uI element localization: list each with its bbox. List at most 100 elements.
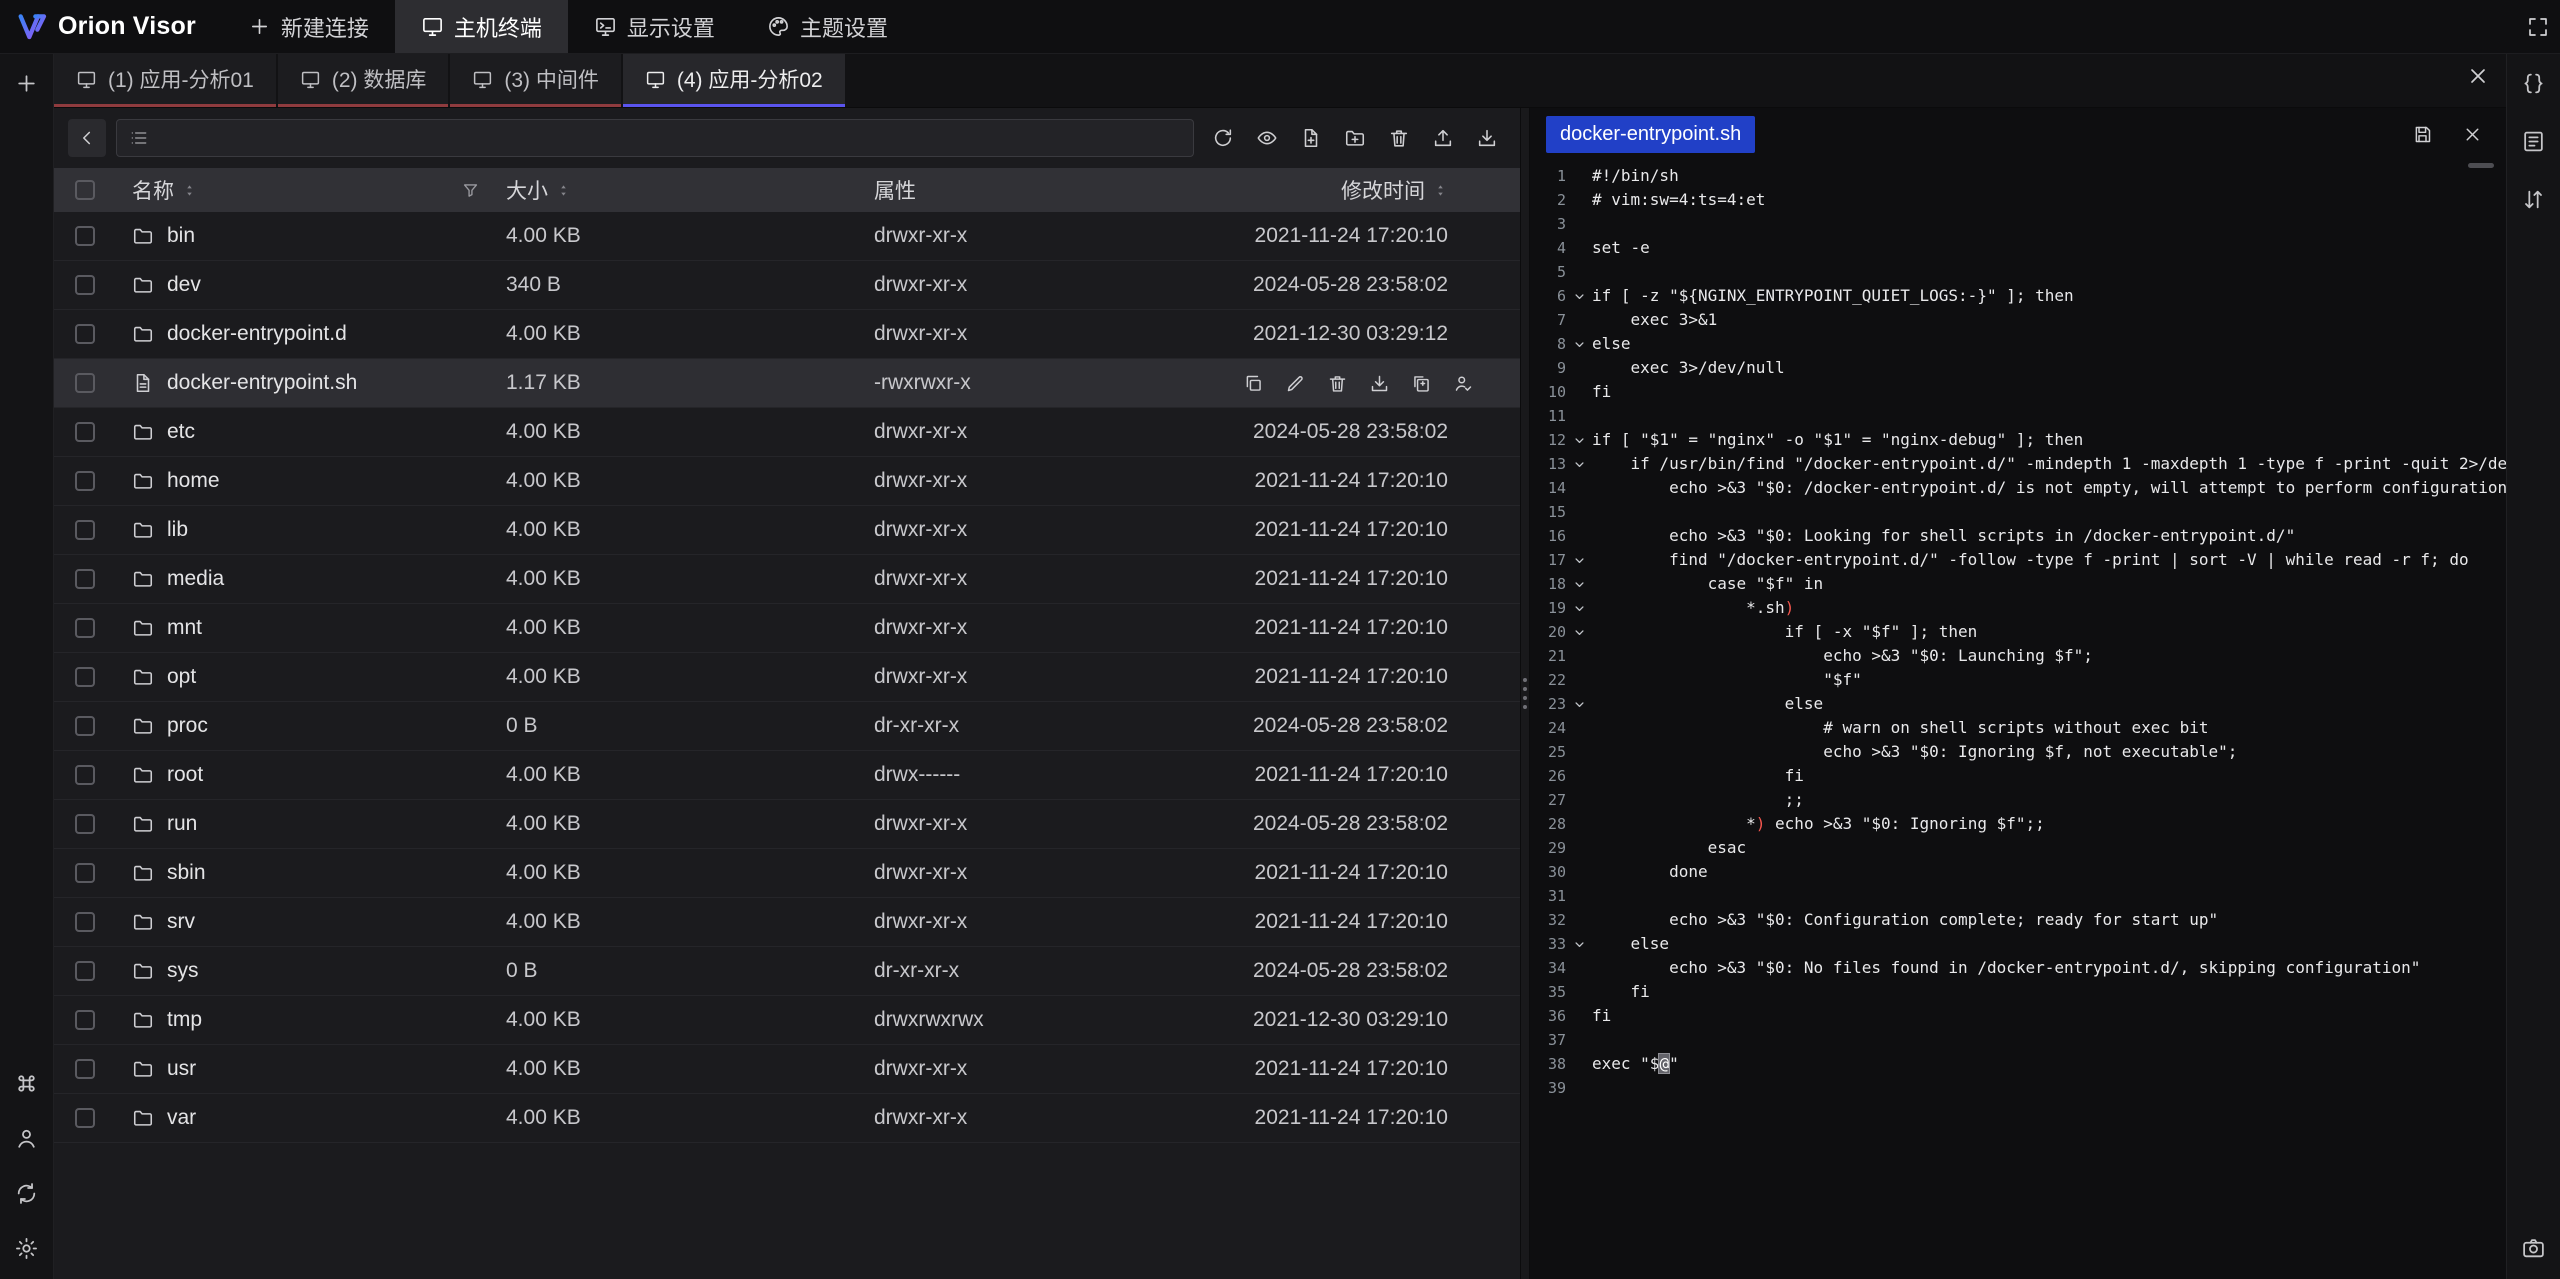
table-row[interactable]: opt4.00 KBdrwxr-xr-x2021-11-24 17:20:10 [54,653,1520,702]
trash-action-icon[interactable] [1327,373,1348,394]
file-name[interactable]: usr [167,1057,196,1081]
upload-button[interactable] [1424,119,1462,157]
fold-chevron-icon[interactable] [1566,433,1592,448]
file-name[interactable]: docker-entrypoint.sh [167,371,357,395]
file-name[interactable]: root [167,763,203,787]
new-file-button[interactable] [1292,119,1330,157]
file-name[interactable]: media [167,567,224,591]
delete-button[interactable] [1380,119,1418,157]
fold-chevron-icon[interactable] [1566,937,1592,952]
table-row[interactable]: tmp4.00 KBdrwxrwxrwx2021-12-30 03:29:10 [54,996,1520,1045]
table-row[interactable]: var4.00 KBdrwxr-xr-x2021-11-24 17:20:10 [54,1094,1520,1143]
menu-item-2[interactable]: 主机终端 [395,0,568,53]
table-row[interactable]: sys0 Bdr-xr-xr-x2024-05-28 23:58:02 [54,947,1520,996]
row-checkbox[interactable] [75,226,95,246]
row-checkbox[interactable] [75,667,95,687]
download-button[interactable] [1468,119,1506,157]
fold-chevron-icon[interactable] [1566,625,1592,640]
close-panel-icon[interactable] [2456,54,2500,98]
file-name[interactable]: docker-entrypoint.d [167,322,347,346]
session-tab-1[interactable]: (1) 应用-分析01 [54,54,276,107]
save-icon[interactable] [2404,116,2440,152]
download-action-icon[interactable] [1369,373,1390,394]
file-name[interactable]: var [167,1106,196,1130]
command-snippets-icon[interactable] [10,1066,44,1100]
menu-item-1[interactable]: 新建连接 [222,0,395,53]
row-checkbox[interactable] [75,471,95,491]
sort-icon[interactable] [182,181,197,200]
table-row[interactable]: docker-entrypoint.sh1.17 KB-rwxrwxr-x [54,359,1520,408]
editor-close-icon[interactable] [2454,116,2490,152]
code-area[interactable]: 1#!/bin/sh2# vim:sw=4:ts=4:et34set -e56i… [1530,160,2506,1279]
fold-chevron-icon[interactable] [1566,577,1592,592]
file-name[interactable]: sbin [167,861,206,885]
table-row[interactable]: etc4.00 KBdrwxr-xr-x2024-05-28 23:58:02 [54,408,1520,457]
session-tab-2[interactable]: (2) 数据库 [278,54,449,107]
table-row[interactable]: proc0 Bdr-xr-xr-x2024-05-28 23:58:02 [54,702,1520,751]
table-row[interactable]: root4.00 KBdrwx------2021-11-24 17:20:10 [54,751,1520,800]
row-checkbox[interactable] [75,373,95,393]
row-checkbox[interactable] [75,716,95,736]
new-folder-button[interactable] [1336,119,1374,157]
table-row[interactable]: bin4.00 KBdrwxr-xr-x2021-11-24 17:20:10 [54,212,1520,261]
sort-icon[interactable] [556,181,571,200]
table-row[interactable]: usr4.00 KBdrwxr-xr-x2021-11-24 17:20:10 [54,1045,1520,1094]
permission-action-icon[interactable] [1453,373,1474,394]
settings-icon[interactable] [10,1231,44,1265]
file-name[interactable]: opt [167,665,196,689]
back-button[interactable] [68,119,106,157]
file-name[interactable]: proc [167,714,208,738]
row-checkbox[interactable] [75,1059,95,1079]
table-row[interactable]: docker-entrypoint.d4.00 KBdrwxr-xr-x2021… [54,310,1520,359]
panel-splitter[interactable] [1520,108,1530,1279]
path-input[interactable] [159,127,1181,150]
edit-action-icon[interactable] [1285,373,1306,394]
table-row[interactable]: media4.00 KBdrwxr-xr-x2021-11-24 17:20:1… [54,555,1520,604]
table-row[interactable]: srv4.00 KBdrwxr-xr-x2021-11-24 17:20:10 [54,898,1520,947]
table-row[interactable]: lib4.00 KBdrwxr-xr-x2021-11-24 17:20:10 [54,506,1520,555]
file-name[interactable]: lib [167,518,188,542]
file-name[interactable]: sys [167,959,199,983]
menu-item-4[interactable]: 主题设置 [741,0,914,53]
command-form-icon[interactable] [2517,124,2551,158]
scrollbar-thumb[interactable] [2468,163,2494,168]
session-tab-4[interactable]: (4) 应用-分析02 [623,54,845,107]
fold-chevron-icon[interactable] [1566,337,1592,352]
fold-chevron-icon[interactable] [1566,601,1592,616]
app-logo[interactable]: Orion Visor [16,11,196,43]
rail-new-connection-button[interactable] [10,66,44,100]
user-profile-icon[interactable] [10,1121,44,1155]
file-name[interactable]: dev [167,273,201,297]
editor-file-tab[interactable]: docker-entrypoint.sh [1546,116,1755,153]
refresh-button[interactable] [1204,119,1242,157]
row-checkbox[interactable] [75,912,95,932]
sort-icon[interactable] [1433,181,1448,200]
file-name[interactable]: run [167,812,197,836]
row-checkbox[interactable] [75,1010,95,1030]
row-checkbox[interactable] [75,863,95,883]
row-checkbox[interactable] [75,961,95,981]
file-name[interactable]: mnt [167,616,202,640]
fullscreen-icon[interactable] [2516,5,2560,49]
menu-item-3[interactable]: 显示设置 [568,0,741,53]
row-checkbox[interactable] [75,618,95,638]
toggle-hidden-files-button[interactable] [1248,119,1286,157]
file-name[interactable]: tmp [167,1008,202,1032]
file-name[interactable]: srv [167,910,195,934]
fold-chevron-icon[interactable] [1566,697,1592,712]
column-header-mtime[interactable]: 修改时间 [1090,175,1520,205]
row-checkbox[interactable] [75,520,95,540]
sort-lines-icon[interactable] [2517,182,2551,216]
fold-chevron-icon[interactable] [1566,553,1592,568]
transfer-sync-icon[interactable] [10,1176,44,1210]
row-checkbox[interactable] [75,275,95,295]
column-header-size[interactable]: 大小 [506,175,874,205]
file-name[interactable]: home [167,469,220,493]
file-name[interactable]: bin [167,224,195,248]
file-name[interactable]: etc [167,420,195,444]
table-row[interactable]: home4.00 KBdrwxr-xr-x2021-11-24 17:20:10 [54,457,1520,506]
row-checkbox[interactable] [75,814,95,834]
table-row[interactable]: mnt4.00 KBdrwxr-xr-x2021-11-24 17:20:10 [54,604,1520,653]
screenshot-icon[interactable] [2517,1231,2551,1265]
fold-chevron-icon[interactable] [1566,457,1592,472]
